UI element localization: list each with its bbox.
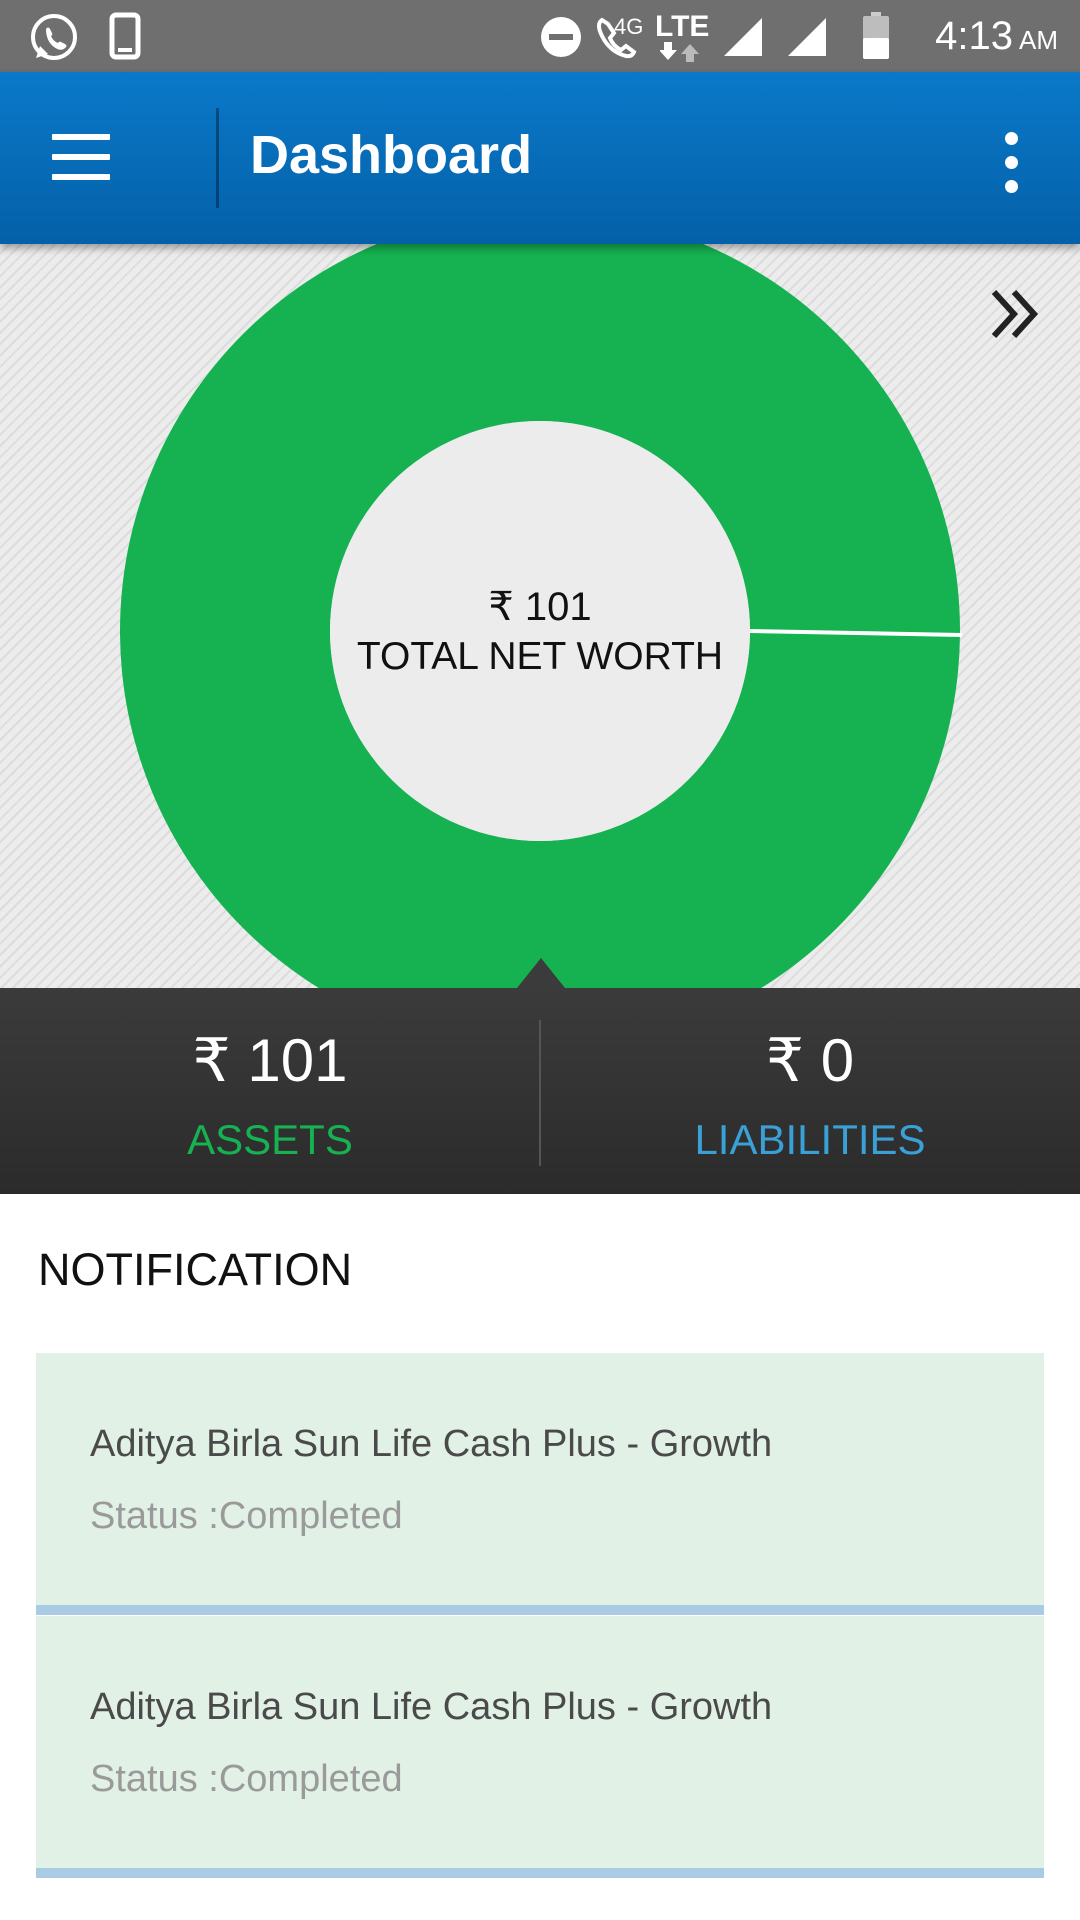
overflow-menu-icon[interactable] xyxy=(998,132,1028,193)
network-lte-label: LTE xyxy=(655,10,710,43)
clock-ampm: AM xyxy=(1019,25,1058,55)
summary-bar: ₹ 101 ASSETS ₹ 0 LIABILITIES xyxy=(0,988,1080,1194)
lte-data-icon xyxy=(660,42,699,62)
notification-title: Aditya Birla Sun Life Cash Plus - Growth xyxy=(90,1686,773,1728)
network-4g-label: 4G xyxy=(614,14,644,39)
do-not-disturb-icon xyxy=(541,17,581,57)
notification-card[interactable]: Aditya Birla Sun Life Cash Plus - Growth… xyxy=(36,1353,1044,1615)
notification-title: Aditya Birla Sun Life Cash Plus - Growth xyxy=(90,1423,773,1465)
notification-card[interactable]: Aditya Birla Sun Life Cash Plus - Growth… xyxy=(36,1616,1044,1878)
hamburger-menu-icon[interactable] xyxy=(52,134,112,182)
net-worth-center-label: ₹ 101 TOTAL NET WORTH xyxy=(320,582,760,682)
clock-time: 4:13 xyxy=(935,14,1013,58)
notification-status: Status :Completed xyxy=(90,1758,403,1800)
page-title: Dashboard xyxy=(250,125,533,185)
net-worth-chart: ₹ 101 TOTAL NET WORTH xyxy=(0,244,1080,988)
liabilities-label: LIABILITIES xyxy=(694,1116,926,1163)
phone-outline-icon xyxy=(109,12,141,60)
liabilities-summary[interactable]: ₹ 0 LIABILITIES xyxy=(540,988,1080,1194)
double-chevron-right-icon[interactable] xyxy=(988,284,1048,344)
notification-heading: NOTIFICATION xyxy=(38,1244,353,1295)
whatsapp-icon xyxy=(31,14,77,60)
app-bar-divider xyxy=(216,108,219,208)
net-worth-value: ₹ 101 xyxy=(488,585,592,629)
liabilities-value: ₹ 0 xyxy=(765,1027,855,1094)
notification-status: Status :Completed xyxy=(90,1495,403,1537)
status-bar: 4G LTE 4:13 AM xyxy=(0,0,1080,72)
signal-icon-2 xyxy=(788,18,826,56)
clock: 4:13 AM xyxy=(935,14,1058,59)
net-worth-caption: TOTAL NET WORTH xyxy=(356,635,724,678)
assets-summary[interactable]: ₹ 101 ASSETS xyxy=(0,988,540,1194)
app-bar: Dashboard xyxy=(0,72,1080,244)
summary-pointer xyxy=(517,958,565,988)
assets-label: ASSETS xyxy=(187,1116,353,1163)
battery-icon xyxy=(863,12,889,59)
assets-value: ₹ 101 xyxy=(192,1027,348,1094)
signal-icon xyxy=(724,18,762,56)
